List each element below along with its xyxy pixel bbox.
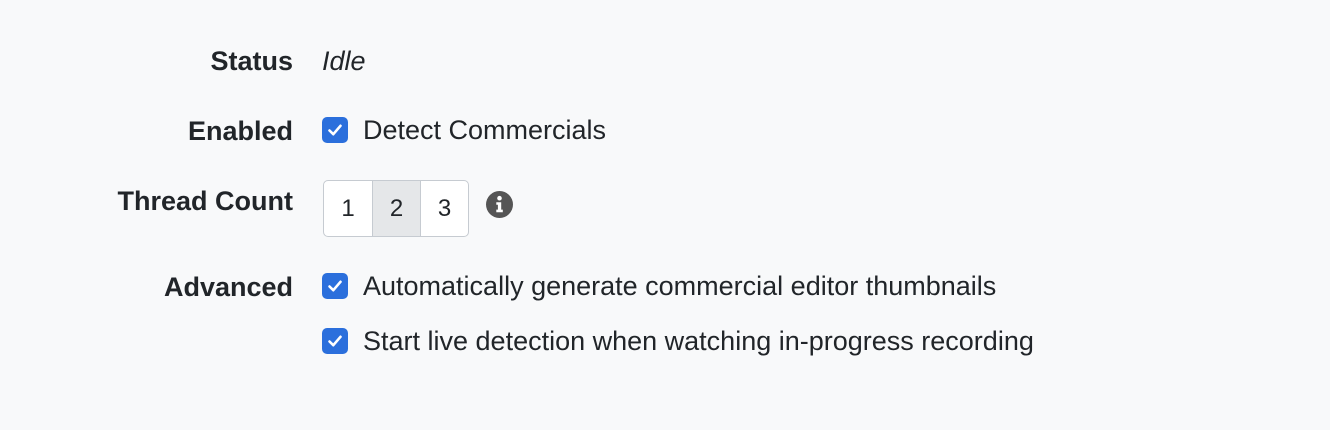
info-circle-icon[interactable] <box>486 191 513 218</box>
live-detection-label: Start live detection when watching in-pr… <box>363 326 1034 356</box>
enabled-label: Enabled <box>187 116 293 146</box>
detect-commercials-checkbox-row[interactable]: Detect Commercials <box>322 114 606 146</box>
status-label: Status <box>210 46 293 76</box>
generate-thumbnails-label: Automatically generate commercial editor… <box>363 271 997 301</box>
checkmark-icon <box>328 124 342 136</box>
detect-commercials-label: Detect Commercials <box>363 115 607 145</box>
checkmark-icon <box>328 335 342 347</box>
checkmark-icon <box>328 280 342 292</box>
generate-thumbnails-checkbox[interactable] <box>322 273 348 299</box>
thread-count-label: Thread Count <box>117 186 294 216</box>
thread-count-option-3[interactable]: 3 <box>420 181 468 236</box>
advanced-label: Advanced <box>163 272 293 302</box>
thread-count-option-1[interactable]: 1 <box>324 181 372 236</box>
detect-commercials-checkbox[interactable] <box>322 117 348 143</box>
status-value: Idle <box>322 46 366 76</box>
commercial-detection-form: Status Idle Enabled Detect Commercials T… <box>0 0 1330 430</box>
generate-thumbnails-checkbox-row[interactable]: Automatically generate commercial editor… <box>322 270 996 302</box>
thread-count-option-2[interactable]: 2 <box>372 181 420 236</box>
live-detection-checkbox-row[interactable]: Start live detection when watching in-pr… <box>322 325 1034 357</box>
thread-count-button-group: 1 2 3 <box>323 180 469 237</box>
live-detection-checkbox[interactable] <box>322 328 348 354</box>
